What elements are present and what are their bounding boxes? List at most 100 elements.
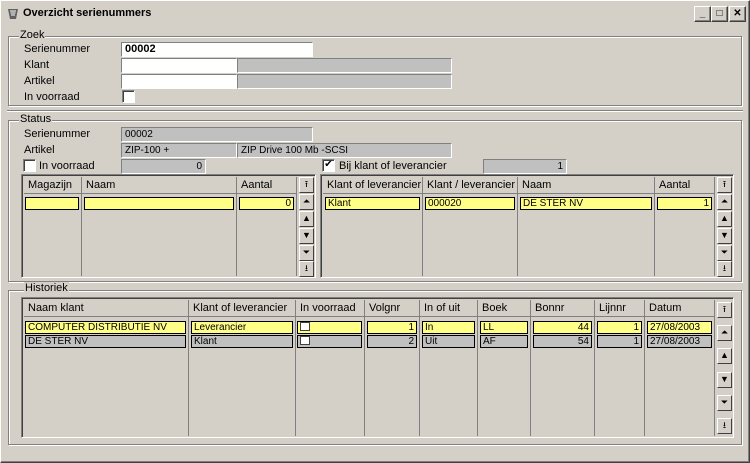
scroll-page-up-button[interactable]: ⏶ <box>717 325 732 341</box>
table-cell[interactable]: Leverancier <box>191 321 293 334</box>
table-cell[interactable]: 1 <box>597 321 642 334</box>
window: Overzicht serienummers _ □ ✕ Zoek Serien… <box>0 0 750 463</box>
table-cell[interactable]: COMPUTER DISTRIBUTIE NV <box>25 321 186 334</box>
bij-klant-checkbox[interactable]: ✔ <box>322 159 335 172</box>
minimize-button[interactable]: _ <box>694 6 711 22</box>
scroll-bottom-button[interactable]: ⭳ <box>299 261 314 277</box>
col-divider <box>517 194 518 276</box>
scroll-down-button[interactable]: ▼ <box>717 228 732 244</box>
col-divider <box>530 317 531 436</box>
scroll-page-down-button[interactable]: ⏷ <box>717 245 732 261</box>
scroll-top-button[interactable]: ⭱ <box>717 302 732 318</box>
artikel-name-field <box>237 74 452 89</box>
in-voorraad-checkbox[interactable] <box>122 90 135 103</box>
scroll-page-down-button[interactable]: ⏷ <box>299 245 314 261</box>
scroll-top-button[interactable]: ⭱ <box>299 177 314 193</box>
table-cell[interactable]: AF <box>480 335 528 348</box>
table-cell[interactable]: In <box>422 321 475 334</box>
col-header-volgnr[interactable]: Volgnr <box>365 300 420 317</box>
status-serienummer-label: Serienummer <box>24 128 91 140</box>
col-header-boek[interactable]: Boek <box>478 300 531 317</box>
col-divider <box>295 317 296 436</box>
table-cell[interactable]: DE STER NV <box>520 197 652 210</box>
col-divider <box>236 194 237 276</box>
table-cell[interactable]: 1 <box>657 197 712 210</box>
in-voorraad-cell[interactable] <box>297 321 362 334</box>
col-header-aantal[interactable]: Aantal <box>655 177 715 194</box>
historiek-grid[interactable]: Naam klant Klant of leverancier In voorr… <box>21 297 734 438</box>
col-header-aantal[interactable]: Aantal <box>237 177 297 194</box>
klant-code-input[interactable] <box>121 58 237 73</box>
table-cell[interactable] <box>25 197 79 210</box>
table-cell[interactable]: LL <box>480 321 528 334</box>
scroll-bottom-button[interactable]: ⭳ <box>717 418 732 434</box>
table-cell[interactable]: 44 <box>533 321 592 334</box>
col-header-klant-of-leverancier[interactable]: Klant of leverancier <box>189 300 296 317</box>
table-cell[interactable]: 1 <box>367 321 417 334</box>
scroll-down-button[interactable]: ▼ <box>299 228 314 244</box>
table-cell[interactable]: DE STER NV <box>25 335 186 348</box>
status-legend: Status <box>19 113 53 125</box>
scroll-bottom-button[interactable]: ⭳ <box>717 261 732 277</box>
col-header-naam[interactable]: Naam <box>518 177 655 194</box>
table-cell[interactable]: 1 <box>597 335 642 348</box>
status-voorraad-label: In voorraad <box>39 160 95 172</box>
serienummer-input[interactable]: 00002 <box>121 42 313 57</box>
scroll-top-button[interactable]: ⭱ <box>717 177 732 193</box>
col-divider <box>422 194 423 276</box>
artikel-code-input[interactable] <box>121 74 237 89</box>
table-cell[interactable]: 000020 <box>425 197 515 210</box>
window-title: Overzicht serienummers <box>23 7 152 19</box>
scroll-down-button[interactable]: ▼ <box>717 372 732 388</box>
scroll-up-button[interactable]: ▲ <box>299 211 314 227</box>
klant-grid[interactable]: Klant of leverancier Klant / leverancier… <box>320 174 734 278</box>
status-voorraad-count: 0 <box>121 159 206 174</box>
status-voorraad-checkbox[interactable] <box>23 159 36 172</box>
scroll-up-button[interactable]: ▲ <box>717 211 732 227</box>
status-artikel-name: ZIP Drive 100 Mb -SCSI <box>237 143 452 158</box>
col-divider <box>654 194 655 276</box>
status-artikel-code: ZIP-100 + <box>121 143 237 158</box>
scroll-up-button[interactable]: ▲ <box>717 348 732 364</box>
col-header-klant-leverancier[interactable]: Klant / leverancier <box>423 177 518 194</box>
table-cell[interactable]: 27/08/2003 <box>647 321 712 334</box>
table-cell[interactable]: 0 <box>239 197 294 210</box>
status-serienummer-field: 00002 <box>121 127 313 142</box>
table-cell[interactable]: 54 <box>533 335 592 348</box>
col-header-in-voorraad[interactable]: In voorraad <box>296 300 365 317</box>
col-divider <box>296 194 297 276</box>
scroll-page-up-button[interactable]: ⏶ <box>299 194 314 210</box>
maximize-button[interactable]: □ <box>711 6 728 22</box>
historiek-legend: Historiek <box>24 282 69 294</box>
title-bar[interactable]: Overzicht serienummers _ □ ✕ <box>3 3 747 25</box>
in-voorraad-cell[interactable] <box>297 335 362 348</box>
col-divider <box>644 317 645 436</box>
table-cell[interactable]: 2 <box>367 335 417 348</box>
col-header-naam[interactable]: Naam <box>82 177 237 194</box>
magazijn-grid[interactable]: Magazijn Naam Aantal 0 ⭱ ⏶ ▲ ▼ ⏷ ⭳ <box>21 174 316 278</box>
klant-name-field <box>237 58 452 73</box>
col-header-bonnr[interactable]: Bonnr <box>531 300 595 317</box>
table-cell[interactable]: Klant <box>191 335 293 348</box>
col-divider <box>714 194 715 276</box>
col-header-magazijn[interactable]: Magazijn <box>24 177 82 194</box>
scroll-page-down-button[interactable]: ⏷ <box>717 395 732 411</box>
row-checkbox[interactable] <box>300 322 310 331</box>
col-divider <box>188 317 189 436</box>
col-header-lijnnr[interactable]: Lijnnr <box>595 300 645 317</box>
table-cell[interactable]: Klant <box>325 197 420 210</box>
col-divider <box>714 317 715 436</box>
col-header-klant-of-leverancier[interactable]: Klant of leverancier <box>323 177 423 194</box>
table-cell[interactable]: Uit <box>422 335 475 348</box>
zoek-legend: Zoek <box>19 29 46 41</box>
col-header-datum[interactable]: Datum <box>645 300 715 317</box>
table-cell[interactable] <box>84 197 234 210</box>
close-button[interactable]: ✕ <box>729 6 746 22</box>
scroll-page-up-button[interactable]: ⏶ <box>717 194 732 210</box>
table-cell[interactable]: 27/08/2003 <box>647 335 712 348</box>
col-divider <box>594 317 595 436</box>
status-artikel-label: Artikel <box>24 144 55 156</box>
row-checkbox[interactable] <box>300 336 310 345</box>
col-header-naam-klant[interactable]: Naam klant <box>24 300 189 317</box>
col-header-in-of-uit[interactable]: In of uit <box>420 300 478 317</box>
